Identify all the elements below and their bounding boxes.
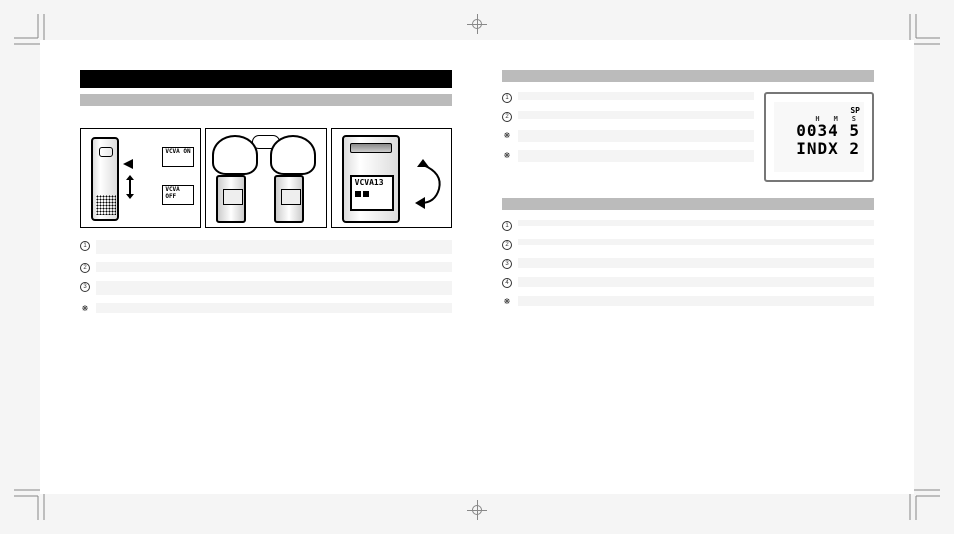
- list-item: 2: [502, 239, 874, 250]
- lcd-time-value: 0034 5: [778, 123, 860, 139]
- recorder-device-with-screen: VCVA13: [342, 135, 400, 223]
- step-number: 4: [502, 278, 512, 288]
- illustration-panel-1: VCVA ON VCVA OFF: [80, 128, 201, 228]
- subsection-bar: [502, 70, 874, 82]
- step-number: 1: [502, 93, 512, 103]
- hand-holding-device-right: [266, 135, 323, 223]
- step-number: 2: [502, 112, 512, 122]
- section-title-bar: [80, 70, 452, 88]
- list-item: 1: [502, 92, 754, 103]
- lcd-index-value: INDX 2: [778, 141, 860, 157]
- list-item: 2: [80, 262, 452, 273]
- step-number: 1: [80, 241, 90, 251]
- list-item: 1: [80, 240, 452, 254]
- curved-arrow-icon: [415, 159, 445, 209]
- list-item: 4: [502, 277, 874, 288]
- left-column: VCVA ON VCVA OFF: [80, 70, 452, 464]
- list-item: 3: [80, 281, 452, 295]
- registration-mark-top: [467, 14, 487, 34]
- note-marker: ❋: [80, 304, 90, 314]
- arrow-updown-icon: [129, 179, 131, 195]
- lcd-display: SP H M S 0034 5 INDX 2: [764, 92, 874, 182]
- list-item: ❋: [502, 150, 754, 162]
- left-steps-list: 1 2 3 ❋: [80, 240, 452, 322]
- note-marker: ❋: [502, 151, 512, 161]
- list-item: 3: [502, 258, 874, 269]
- registration-mark-bottom: [467, 500, 487, 520]
- list-item: 1: [502, 220, 874, 231]
- subsection-bar: [502, 198, 874, 210]
- illustration-panel-2: [205, 128, 326, 228]
- right-column: 1 2 ❋ ❋ SP H M S 0034 5 INDX 2: [502, 70, 874, 464]
- note-marker: ❋: [502, 131, 512, 141]
- step-number: 2: [502, 240, 512, 250]
- device-lcd-vcva: VCVA13: [350, 175, 394, 211]
- list-item: ❋: [502, 296, 874, 307]
- step-number: 1: [502, 221, 512, 231]
- step-number: 2: [80, 263, 90, 273]
- manual-page: VCVA ON VCVA OFF: [40, 40, 914, 494]
- vcva-off-label: VCVA OFF: [162, 185, 194, 205]
- arrow-left-icon: [123, 159, 133, 169]
- list-item: ❋: [502, 130, 754, 142]
- recorder-device-icon: [91, 137, 119, 221]
- vcva-on-label: VCVA ON: [162, 147, 194, 167]
- lcd-mode-indicator: SP: [778, 106, 860, 115]
- vcva-level-text: VCVA13: [355, 178, 384, 187]
- illustration-panel-3: VCVA13: [331, 128, 452, 228]
- illustration-row: VCVA ON VCVA OFF: [80, 128, 452, 228]
- subsection-bar: [80, 94, 452, 106]
- note-marker: ❋: [502, 297, 512, 307]
- right-top-steps-list: 1 2 ❋ ❋: [502, 92, 754, 182]
- step-number: 3: [502, 259, 512, 269]
- list-item: ❋: [80, 303, 452, 314]
- hand-holding-device-left: [208, 135, 265, 223]
- right-bottom-steps-list: 1 2 3 4 ❋: [502, 220, 874, 315]
- list-item: 2: [502, 111, 754, 122]
- step-number: 3: [80, 282, 90, 292]
